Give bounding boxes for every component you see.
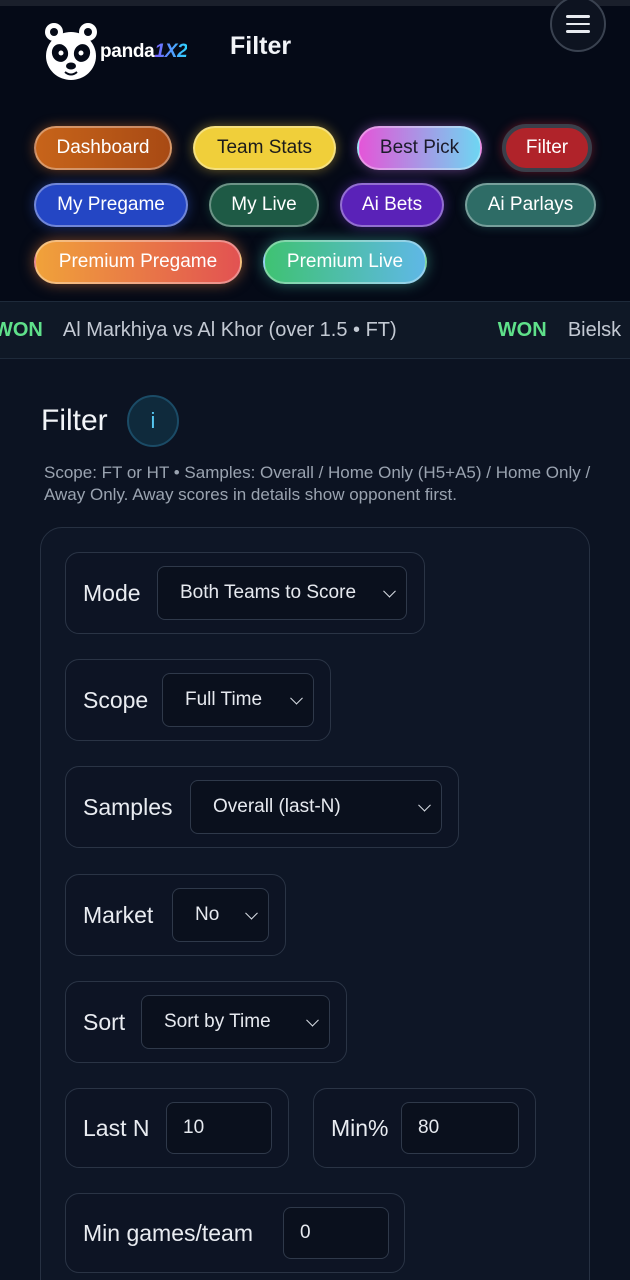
sort-label: Sort	[83, 1009, 126, 1035]
chevron-down-icon	[290, 691, 303, 705]
chevron-down-icon	[383, 584, 396, 598]
info-button[interactable]: i	[127, 395, 179, 447]
scope-value: Full Time	[185, 689, 263, 710]
nav-dashboard[interactable]: Dashboard	[34, 126, 172, 170]
mode-group: Mode Both Teams to Score	[65, 552, 425, 634]
mode-label: Mode	[83, 580, 141, 606]
last-n-value: 10	[183, 1117, 205, 1138]
brand-name: panda1X2	[100, 41, 188, 62]
ticker-status-badge: WON	[0, 319, 43, 341]
ticker-item-text: Al Markhiya vs Al Khor (over 1.5 • FT)	[62, 319, 397, 341]
samples-value: Overall (last-N)	[213, 796, 341, 817]
min-games-group: Min games/team 0	[65, 1193, 405, 1273]
chevron-down-icon	[306, 1013, 319, 1027]
min-percent-label: Min%	[331, 1115, 389, 1141]
market-label: Market	[83, 902, 154, 928]
sort-group: Sort Sort by Time	[65, 981, 347, 1063]
last-n-label: Last N	[83, 1115, 150, 1141]
ticker-item-text: Bielsk	[567, 319, 622, 341]
scope-label: Scope	[83, 687, 149, 713]
chevron-down-icon	[245, 906, 258, 920]
nav-best-pick[interactable]: Best Pick	[357, 126, 482, 170]
min-games-label: Min games/team	[83, 1220, 254, 1246]
panda-logo-icon	[45, 23, 97, 80]
nav-filter[interactable]: Filter	[502, 124, 592, 172]
nav-my-live[interactable]: My Live	[209, 183, 319, 227]
filter-panel: Mode Both Teams to Score Scope Full Time…	[40, 527, 590, 1280]
nav-ai-bets[interactable]: Ai Bets	[340, 183, 444, 227]
hamburger-icon	[566, 10, 590, 38]
sort-value: Sort by Time	[164, 1011, 271, 1032]
min-percent-input[interactable]: 80	[401, 1102, 519, 1154]
min-percent-group: Min% 80	[313, 1088, 536, 1168]
page-title: Filter	[230, 32, 292, 60]
menu-button[interactable]	[550, 0, 606, 52]
brand-logo[interactable]: panda1X2	[40, 20, 200, 84]
info-icon: i	[150, 408, 156, 433]
market-group: Market No	[65, 874, 286, 956]
scope-group: Scope Full Time	[65, 659, 331, 741]
samples-group: Samples Overall (last-N)	[65, 766, 459, 848]
samples-select[interactable]: Overall (last-N)	[190, 780, 442, 834]
scope-select[interactable]: Full Time	[162, 673, 314, 727]
min-percent-value: 80	[418, 1117, 440, 1138]
mode-value: Both Teams to Score	[180, 582, 357, 603]
results-ticker: WON Al Markhiya vs Al Khor (over 1.5 • F…	[0, 301, 630, 359]
nav-premium-live[interactable]: Premium Live	[263, 240, 427, 284]
min-games-input[interactable]: 0	[283, 1207, 389, 1259]
last-n-input[interactable]: 10	[166, 1102, 272, 1154]
ticker-track: WON Al Markhiya vs Al Khor (over 1.5 • F…	[0, 319, 621, 342]
samples-label: Samples	[83, 794, 173, 820]
last-n-group: Last N 10	[65, 1088, 289, 1168]
market-select[interactable]: No	[172, 888, 269, 942]
filter-content: Filter i Scope: FT or HT • Samples: Over…	[0, 359, 630, 1280]
nav-premium-pregame[interactable]: Premium Pregame	[34, 240, 242, 284]
sort-select[interactable]: Sort by Time	[141, 995, 330, 1049]
nav-team-stats[interactable]: Team Stats	[193, 126, 336, 170]
filter-section-title: Filter	[41, 404, 108, 437]
ticker-status-badge: WON	[497, 319, 547, 341]
filter-description: Scope: FT or HT • Samples: Overall / Hom…	[44, 463, 591, 504]
min-games-value: 0	[300, 1222, 311, 1243]
nav-my-pregame[interactable]: My Pregame	[34, 183, 188, 227]
nav-ai-parlays[interactable]: Ai Parlays	[465, 183, 596, 227]
chevron-down-icon	[418, 798, 431, 812]
mode-select[interactable]: Both Teams to Score	[157, 566, 407, 620]
market-value: No	[195, 904, 220, 925]
